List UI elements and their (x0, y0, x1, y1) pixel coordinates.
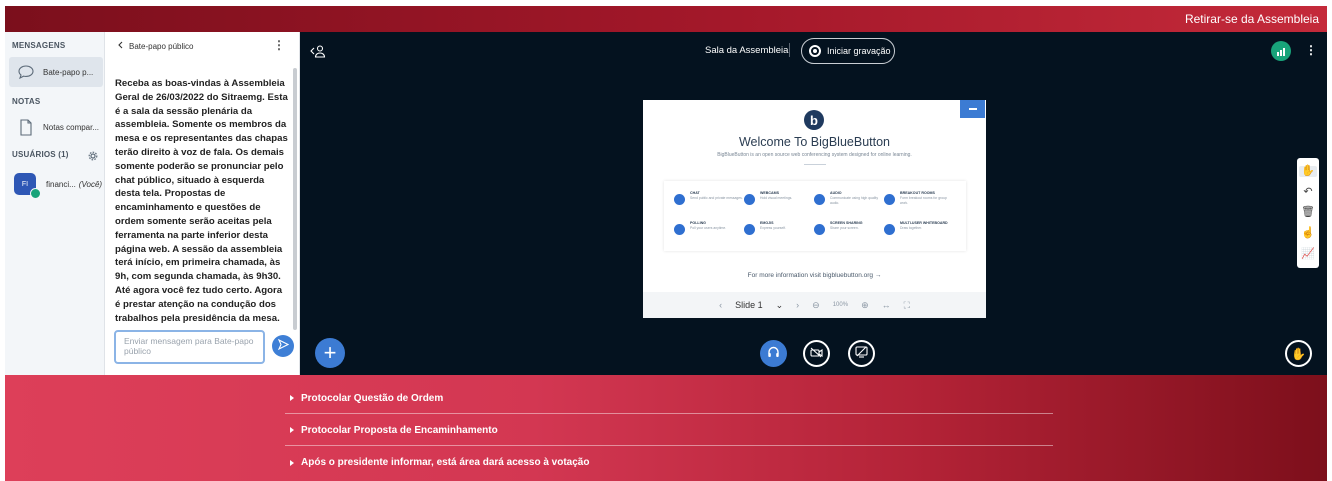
chart-icon[interactable]: 📈 (1301, 249, 1315, 260)
start-recording-button[interactable]: Iniciar gravação (801, 38, 895, 64)
multi-user-icon[interactable]: ☝ (1301, 228, 1315, 239)
undo-icon[interactable]: ↶ (1303, 186, 1312, 198)
fit-width-icon[interactable]: ↔ (882, 300, 891, 310)
polling-feature-icon (674, 224, 685, 235)
sidebar-item-shared-notes[interactable]: Notas compar... (9, 112, 103, 142)
users-section-title: USUÁRIOS (1) (12, 150, 69, 159)
user-list-item[interactable]: FI financi... (Você) (9, 168, 103, 200)
slide-divider (804, 164, 826, 165)
toggle-user-list-icon[interactable] (310, 44, 326, 63)
slide-subtitle: BigBlueButton is an open source web conf… (717, 152, 912, 158)
zoom-level: 100% (832, 302, 849, 308)
hand-tool-icon[interactable]: ✋ (1299, 165, 1317, 177)
sidebar-item-label: Bate-papo p... (43, 67, 94, 77)
note-page-icon (15, 118, 37, 136)
avatar-initials: FI (21, 180, 29, 188)
webcam-feature-icon (744, 194, 755, 205)
top-bar: Retirar-se da Assembleia (5, 6, 1327, 32)
whiteboard-feature-icon (884, 224, 895, 235)
app-root: Retirar-se da Assembleia MENSAGENS Bate-… (0, 0, 1332, 481)
feature-item: BREAKOUT ROOMS Form breakout rooms for gr… (884, 191, 954, 217)
send-arrow-icon (277, 337, 289, 355)
slide-title: Welcome To BigBlueButton (738, 135, 890, 149)
audio-headphones-button[interactable] (760, 340, 787, 367)
footer-item-label: Protocolar Questão de Ordem (301, 392, 444, 404)
video-off-icon (810, 345, 823, 363)
caret-right-icon (290, 395, 294, 401)
avatar: FI (14, 173, 41, 199)
assembly-actions-footer: Protocolar Questão de Ordem Protocolar P… (5, 375, 1327, 481)
options-kebab-icon[interactable]: ⋮ (1305, 43, 1317, 57)
screen-share-button[interactable] (848, 340, 875, 367)
breakout-feature-icon (884, 194, 895, 205)
presentation-slide: b Welcome To BigBlueButton BigBlueButton… (643, 100, 986, 318)
chat-options-kebab-icon[interactable]: ⋮ (273, 38, 285, 52)
you-tag: (Você) (78, 179, 103, 189)
fullscreen-icon[interactable]: ⛶ (904, 300, 910, 311)
record-icon (809, 45, 821, 57)
whiteboard-toolbar: ✋ ↶ 🗑 ☝ 📈 (1297, 158, 1319, 268)
public-chat-panel: Bate-papo público ⋮ Receba as boas-vinda… (105, 32, 300, 375)
title-separator (789, 43, 790, 57)
actions-plus-button[interactable]: + (315, 338, 345, 368)
feature-item: MULTI-USER WHITEBOARD Draw together. (884, 221, 954, 247)
footer-item-label: Após o presidente informar, está área da… (301, 457, 590, 468)
screenshare-feature-icon (814, 224, 825, 235)
presenter-badge-icon (30, 188, 41, 199)
gear-icon[interactable] (88, 148, 98, 166)
slide-controls: ‹ Slide 1 ⌄ › ⊖ 100% ⊕ ↔ ⛶ (643, 292, 986, 318)
chevron-left-icon (117, 41, 123, 51)
feature-item: POLLING Poll your users anytime. (674, 221, 744, 247)
slide-selector[interactable]: Slide 1 (735, 300, 763, 310)
feature-item: CHAT Send public and private messages. (674, 191, 744, 217)
voting-access-link[interactable]: Após o presidente informar, está área da… (285, 447, 1053, 478)
send-message-button[interactable] (272, 335, 294, 357)
feature-item: WEBCAMS Hold visual meetings. (744, 191, 814, 217)
headphones-icon (767, 345, 780, 363)
minimize-presentation-button[interactable] (960, 100, 985, 118)
emoji-feature-icon (744, 224, 755, 235)
leave-assembly-link[interactable]: Retirar-se da Assembleia (1185, 12, 1319, 26)
presentation-area: Sala da Assembleia Iniciar gravação ⋮ b … (300, 32, 1327, 375)
chat-welcome-message: Receba as boas-vindas à Assembleia Geral… (115, 78, 288, 324)
chevron-down-icon[interactable]: ⌄ (776, 300, 784, 311)
connection-status-icon[interactable] (1271, 41, 1291, 61)
chat-title: Bate-papo público (129, 41, 194, 51)
sidebar-item-label: Notas compar... (43, 122, 100, 132)
next-slide-chevron-icon[interactable]: › (796, 300, 799, 310)
messages-section-title: MENSAGENS (12, 41, 66, 50)
chat-back-button[interactable]: Bate-papo público (117, 41, 194, 51)
raise-hand-button[interactable]: ✋ (1285, 340, 1312, 367)
sidebar-item-public-chat[interactable]: Bate-papo p... (9, 57, 103, 87)
feature-item: SCREEN SHARING Share your screen. (814, 221, 884, 247)
trash-icon[interactable]: 🗑 (1301, 207, 1315, 218)
chat-feature-icon (674, 194, 685, 205)
protocol-question-link[interactable]: Protocolar Questão de Ordem (285, 383, 1053, 414)
features-grid: CHAT Send public and private messages. WE… (664, 181, 966, 251)
protocol-proposal-link[interactable]: Protocolar Proposta de Encaminhamento (285, 415, 1053, 446)
notes-section-title: NOTAS (12, 97, 41, 106)
chat-message-input[interactable]: Enviar mensagem para Bate-papo público (114, 330, 265, 364)
audio-feature-icon (814, 194, 825, 205)
caret-right-icon (290, 459, 294, 466)
caret-right-icon (290, 427, 294, 433)
feature-item: EMOJIS Express yourself. (744, 221, 814, 247)
screen-share-off-icon (855, 345, 868, 363)
previous-slide-chevron-icon[interactable]: ‹ (719, 300, 722, 310)
user-list-panel: MENSAGENS Bate-papo p... NOTAS Notas com… (5, 32, 105, 375)
footer-item-label: Protocolar Proposta de Encaminhamento (301, 424, 498, 436)
bigbluebutton-logo: b (804, 110, 824, 130)
hand-icon: ✋ (1291, 346, 1306, 361)
webcam-button[interactable] (803, 340, 830, 367)
chat-scrollbar[interactable] (293, 68, 297, 330)
zoom-out-icon[interactable]: ⊖ (812, 300, 820, 311)
user-name: financi... (46, 179, 76, 189)
zoom-in-icon[interactable]: ⊕ (861, 300, 869, 311)
more-info-text: For more information visit bigbluebutton… (747, 272, 882, 279)
chat-bubble-icon (15, 63, 37, 81)
feature-item: AUDIO Communicate using high quality audi… (814, 191, 884, 217)
room-title: Sala da Assembleia (705, 45, 789, 56)
record-label: Iniciar gravação (827, 46, 891, 56)
